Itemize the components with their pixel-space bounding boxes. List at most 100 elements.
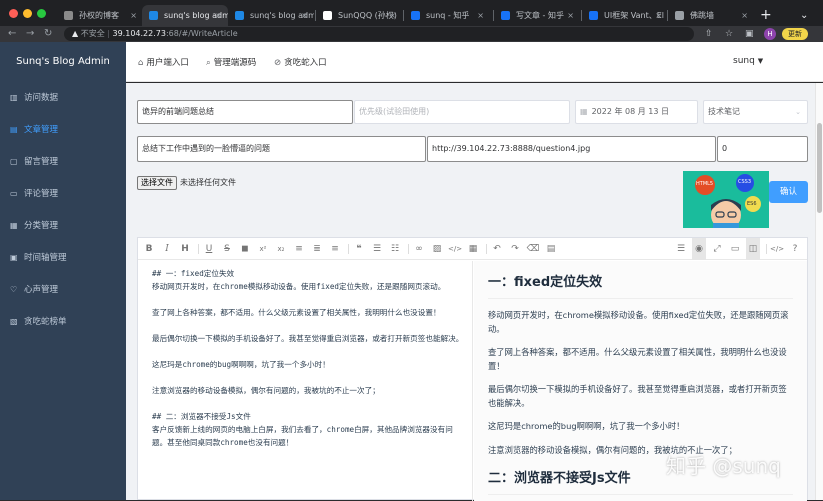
superscript-icon[interactable]: x² (256, 238, 270, 260)
browser-tab[interactable]: 佛跳墙 × (668, 5, 754, 26)
home-icon: ⌂ (138, 58, 144, 68)
user-portal-link[interactable]: ⌂ 用户端入口 (138, 56, 189, 68)
browser-tab[interactable]: 孙权的博客 × (57, 5, 143, 26)
sidebar-item[interactable]: ▧ 贪吃蛇榜单 (0, 306, 126, 338)
maximize-window-icon[interactable] (37, 9, 46, 18)
tab-close-icon[interactable]: × (477, 5, 484, 26)
align-center-icon[interactable]: ≣ (310, 238, 324, 260)
help-icon[interactable]: ? (788, 238, 802, 260)
read-mode-icon[interactable]: ▭ (728, 238, 742, 260)
tab-search-chevron-icon[interactable]: ⌄ (800, 6, 808, 26)
forward-arrow-icon[interactable]: → (26, 26, 34, 42)
back-arrow-icon[interactable]: ← (8, 26, 16, 42)
align-left-icon[interactable]: ≡ (292, 238, 306, 260)
table-icon[interactable]: ▦ (466, 238, 480, 260)
tab-close-icon[interactable]: × (567, 5, 574, 26)
browser-tab[interactable]: sunq's blog adm × (142, 5, 228, 26)
fullscreen-icon[interactable]: ⤢ (710, 238, 724, 260)
minimize-window-icon[interactable] (23, 9, 32, 18)
sidebar-item[interactable]: ▥ 访问数据 (0, 82, 126, 114)
link-insert-icon[interactable]: ∞ (412, 238, 426, 260)
preview-paragraph: 移动网页开发时，在chrome模拟移动设备。使用fixed定位失败，还是跟随网页… (488, 310, 789, 334)
bookmark-star-icon[interactable]: ☆ (725, 26, 733, 42)
tab-close-icon[interactable]: × (130, 5, 137, 26)
markdown-source-pane[interactable]: ## 一：fixed定位失效 移动网页开发时，在chrome模拟移动设备。使用fi… (138, 261, 473, 501)
tab-favicon-icon (589, 11, 598, 20)
image-url-input[interactable]: http://39.104.22.73:8888/question4.jpg (427, 136, 716, 162)
strikethrough-icon[interactable]: S (220, 238, 234, 260)
sidebar-item-label: 文章管理 (24, 125, 59, 135)
sidebar-item[interactable]: ▢ 留言管理 (0, 146, 126, 178)
html5-badge: HTML5 (696, 181, 714, 187)
confirm-button[interactable]: 确认 (769, 181, 808, 203)
source-line: ## 二：浏览器不接受Js文件 (152, 412, 251, 421)
user-dropdown[interactable]: sunq ▼ (733, 56, 763, 66)
italic-icon[interactable]: I (160, 238, 174, 260)
ordered-list-icon[interactable]: ☰ (370, 238, 384, 260)
tab-close-icon[interactable]: × (655, 5, 662, 26)
share-icon[interactable]: ⇧ (705, 26, 713, 42)
priority-input[interactable]: 优先级(试验田使用) (354, 100, 570, 124)
close-window-icon[interactable] (9, 9, 18, 18)
toolbar-divider (408, 244, 409, 254)
choose-file-button[interactable]: 选择文件 (137, 176, 177, 190)
unordered-list-icon[interactable]: ☷ (388, 238, 402, 260)
snake-game-link[interactable]: ⊘ 贪吃蛇入口 (274, 56, 327, 68)
tab-close-icon[interactable]: × (389, 5, 396, 26)
sidebar-item[interactable]: ▣ 时间轴管理 (0, 242, 126, 274)
source-line: 这尼玛是chrome的bug啊啊啊，坑了我一个多小时！ (152, 360, 330, 369)
bold-icon[interactable]: B (142, 238, 156, 260)
split-view-icon[interactable]: ◫ (746, 238, 760, 260)
voice-icon: ♡ (10, 285, 18, 294)
heading-icon[interactable]: H (178, 238, 192, 260)
tab-close-icon[interactable]: × (301, 5, 308, 26)
undo-icon[interactable]: ↶ (490, 238, 504, 260)
date-picker[interactable]: ▦ 2022 年 08 月 13 日 (575, 100, 698, 124)
tab-separator (315, 10, 316, 21)
profile-avatar[interactable]: H (764, 28, 776, 40)
browser-tab[interactable]: UI框架 Vant、El × (582, 5, 668, 26)
align-right-icon[interactable]: ≡ (328, 238, 342, 260)
tab-separator (493, 10, 494, 21)
message-icon: ▢ (10, 157, 18, 166)
subscript-icon[interactable]: x₂ (274, 238, 288, 260)
sidebar-item[interactable]: ▤ 文章管理 (0, 114, 126, 146)
trash-icon[interactable]: ⌫ (526, 238, 540, 260)
category-select[interactable]: 技术笔记 ⌄ (703, 100, 808, 124)
quote-icon[interactable]: ❝ (352, 238, 366, 260)
browser-tab[interactable]: 写文章 - 知乎 × (494, 5, 580, 26)
sidebar-item[interactable]: ▦ 分类管理 (0, 210, 126, 242)
underline-icon[interactable]: U (202, 238, 216, 260)
address-bar[interactable]: ▲ 不安全 | 39.104.22.73:68/#/WriteArticle (64, 27, 694, 41)
reload-icon[interactable]: ↻ (44, 26, 52, 42)
tab-close-icon[interactable]: × (215, 5, 222, 26)
image-insert-icon[interactable]: ▨ (430, 238, 444, 260)
browser-tab[interactable]: SunQQQ (孙权) × (316, 5, 402, 26)
sidebar-item[interactable]: ▭ 评论管理 (0, 178, 126, 210)
page-scrollbar[interactable] (815, 83, 823, 500)
tab-favicon-icon (675, 11, 684, 20)
number-input[interactable]: 0 (717, 136, 808, 162)
navigation-icon[interactable]: ☰ (674, 238, 688, 260)
tab-close-icon[interactable]: × (741, 5, 748, 26)
new-tab-button[interactable]: + (760, 5, 772, 25)
comment-icon: ▭ (10, 189, 18, 198)
sidebar-item[interactable]: ♡ 心声管理 (0, 274, 126, 306)
summary-input[interactable]: 总结下工作中遇到的一脸懵逼的问题 (137, 136, 426, 162)
browser-tab[interactable]: sunq - 知乎 × (404, 5, 490, 26)
code-block-icon[interactable]: </> (448, 238, 462, 260)
redo-icon[interactable]: ↷ (508, 238, 522, 260)
update-button[interactable]: 更新 (782, 28, 808, 40)
title-input[interactable]: 诡异的前端问题总结 (137, 100, 353, 124)
sidepanel-icon[interactable]: ▣ (745, 26, 754, 42)
tab-separator (581, 10, 582, 21)
toolbar-divider (486, 244, 487, 254)
mark-icon[interactable]: ◼ (238, 238, 252, 260)
html-code-icon[interactable]: </> (770, 238, 784, 260)
preview-eye-icon[interactable]: ◉ (692, 238, 706, 260)
scrollbar-thumb[interactable] (817, 123, 822, 213)
admin-source-link[interactable]: ⌕ 管理端源码 (206, 56, 256, 68)
cover-image: HTML5 CSS3 ES6 (683, 171, 769, 228)
save-icon[interactable]: ▤ (544, 238, 558, 260)
browser-tab[interactable]: sunq's blog adm × (228, 5, 314, 26)
